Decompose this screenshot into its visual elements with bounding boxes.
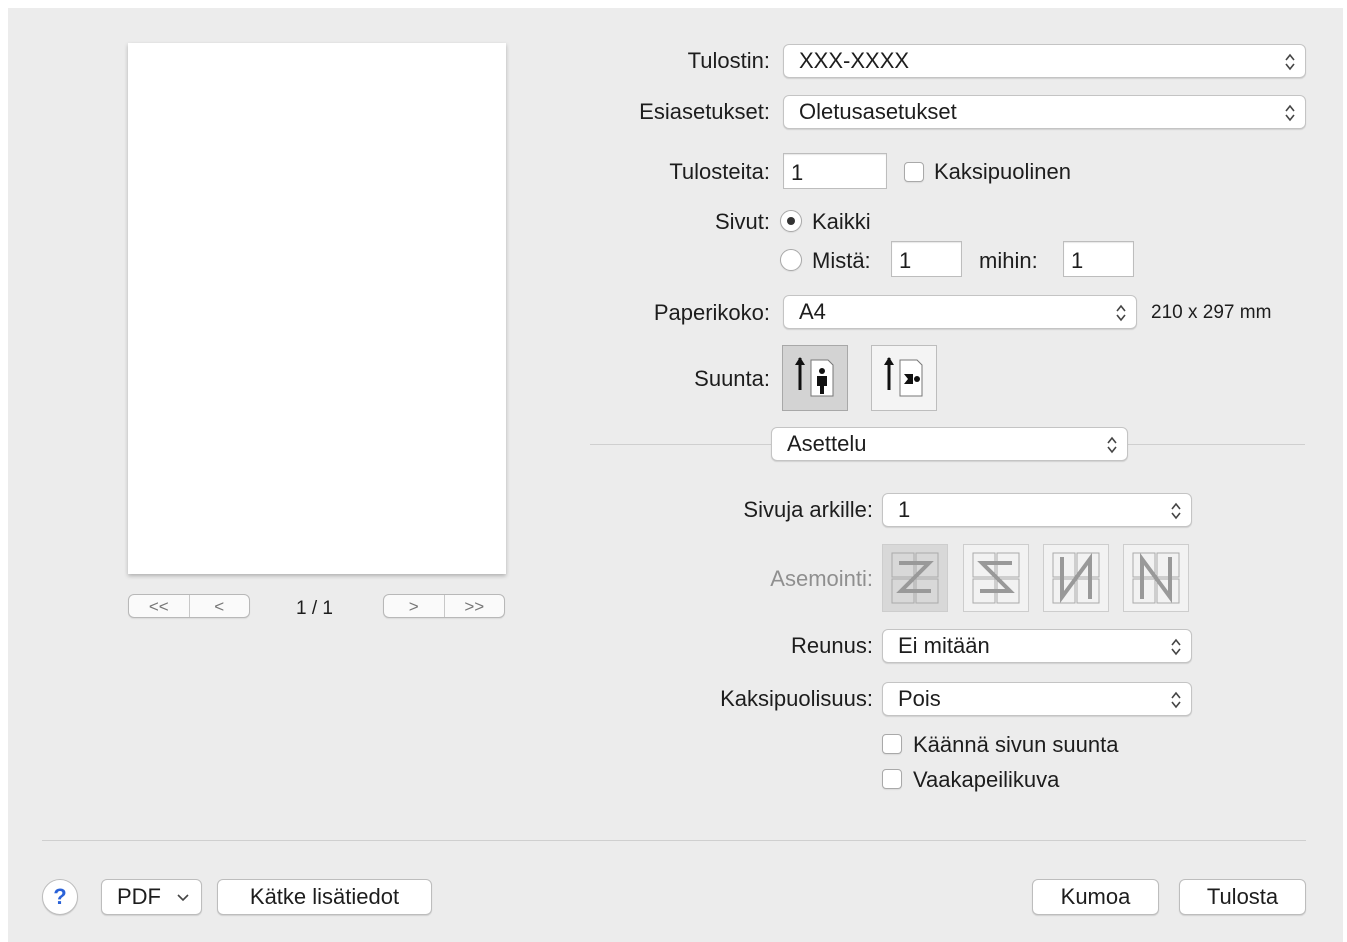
border-value: Ei mitään: [898, 633, 990, 658]
layout-direction-label: Asemointi:: [770, 566, 873, 591]
presets-popup[interactable]: Oletusasetukset: [783, 95, 1306, 129]
paper-size-popup[interactable]: A4: [783, 295, 1137, 329]
print-button[interactable]: Tulosta: [1179, 879, 1306, 915]
reverse-n-order-button: [1123, 544, 1189, 612]
two-sided-popup[interactable]: Pois: [882, 682, 1192, 716]
two-sided-popup-label: Kaksipuolisuus:: [720, 686, 873, 711]
up-down-arrows-icon: [1116, 304, 1126, 322]
reverse-z-order-button: [963, 544, 1029, 612]
paper-size-value: A4: [799, 299, 826, 324]
pages-per-sheet-popup[interactable]: 1: [882, 493, 1192, 527]
reverse-z-order-icon: [972, 552, 1020, 604]
help-button[interactable]: ?: [42, 879, 78, 915]
landscape-button[interactable]: [871, 345, 937, 411]
printer-label: Tulostin:: [687, 48, 770, 73]
pages-all-label: Kaikki: [812, 209, 871, 234]
up-down-arrows-icon: [1107, 436, 1117, 454]
footer-separator: [42, 840, 1306, 841]
n-order-button: [1043, 544, 1109, 612]
page-counter: 1 / 1: [296, 598, 333, 619]
section-popup[interactable]: Asettelu: [771, 427, 1128, 461]
pages-range-radio[interactable]: [780, 249, 802, 271]
hide-details-button[interactable]: Kätke lisätiedot: [217, 879, 432, 915]
cancel-button[interactable]: Kumoa: [1032, 879, 1159, 915]
pages-per-sheet-label: Sivuja arkille:: [743, 497, 873, 522]
section-value: Asettelu: [787, 431, 867, 456]
two-sided-checkbox[interactable]: [904, 162, 924, 182]
pages-per-sheet-value: 1: [898, 497, 911, 522]
paper-size-label: Paperikoko:: [653, 300, 770, 325]
reverse-orientation-checkbox[interactable]: [882, 734, 902, 754]
border-label: Reunus:: [791, 633, 873, 658]
pages-to-label: mihin:: [979, 248, 1038, 273]
up-down-arrows-icon: [1285, 104, 1295, 122]
landscape-icon: [884, 357, 923, 397]
border-popup[interactable]: Ei mitään: [882, 629, 1192, 663]
up-down-arrows-icon: [1171, 502, 1181, 520]
paper-dimensions: 210 x 297 mm: [1151, 302, 1272, 323]
printer-value: XXX-XXXX: [799, 48, 910, 73]
preview-nav-forward: > >>: [383, 594, 505, 618]
copies-field[interactable]: 1: [783, 153, 887, 189]
next-page-button[interactable]: >: [384, 595, 444, 617]
first-page-button[interactable]: <<: [129, 595, 189, 617]
pages-label: Sivut:: [714, 209, 770, 234]
print-dialog: << < 1 / 1 > >> Tulostin: XXX-XXXX Esias…: [8, 8, 1343, 942]
pdf-menu-button[interactable]: PDF: [101, 879, 202, 915]
n-order-icon: [1052, 552, 1100, 604]
copies-label: Tulosteita:: [669, 159, 770, 184]
portrait-button[interactable]: [782, 345, 848, 411]
pages-from-field[interactable]: 1: [891, 241, 962, 277]
pages-all-radio[interactable]: [780, 210, 802, 232]
previous-page-button[interactable]: <: [188, 595, 250, 617]
preview-nav-back: << <: [128, 594, 250, 618]
up-down-arrows-icon: [1171, 638, 1181, 656]
orientation-label: Suunta:: [694, 366, 770, 391]
up-down-arrows-icon: [1171, 691, 1181, 709]
z-order-icon: [891, 552, 939, 604]
reverse-orientation-label: Käännä sivun suunta: [913, 732, 1119, 757]
pages-to-field[interactable]: 1: [1063, 241, 1134, 277]
portrait-icon: [795, 357, 834, 397]
up-down-arrows-icon: [1285, 53, 1295, 71]
last-page-button[interactable]: >>: [443, 595, 505, 617]
presets-value: Oletusasetukset: [799, 99, 957, 124]
chevron-down-icon: [177, 894, 189, 902]
page-preview: [128, 43, 506, 574]
reverse-n-order-icon: [1132, 552, 1180, 604]
z-order-button: [882, 544, 948, 612]
printer-popup[interactable]: XXX-XXXX: [783, 44, 1306, 78]
presets-label: Esiasetukset:: [639, 99, 770, 124]
pages-from-label: Mistä:: [812, 248, 871, 273]
pdf-label: PDF: [117, 884, 161, 909]
flip-horizontally-label: Vaakapeilikuva: [913, 767, 1060, 792]
two-sided-value: Pois: [898, 686, 941, 711]
flip-horizontally-checkbox[interactable]: [882, 769, 902, 789]
two-sided-label: Kaksipuolinen: [934, 159, 1071, 184]
